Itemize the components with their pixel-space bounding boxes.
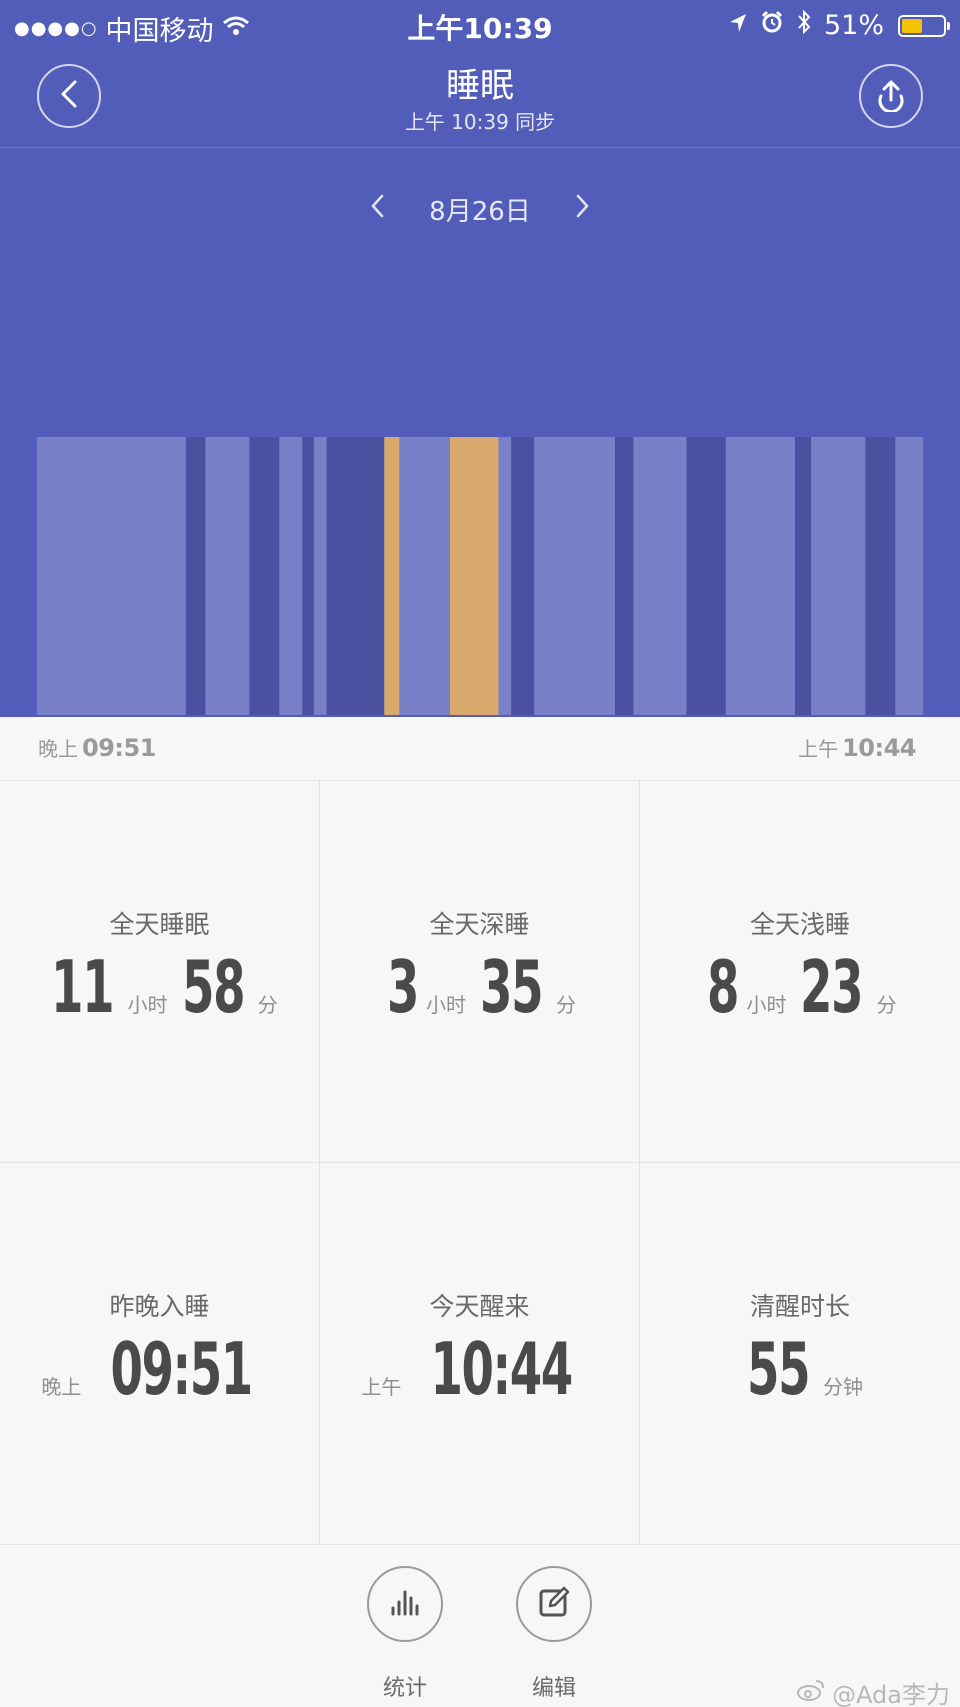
minutes-unit: 分 bbox=[257, 993, 278, 1017]
edit-button[interactable] bbox=[516, 1566, 592, 1642]
stat-value: 上午 10:44 bbox=[320, 1333, 639, 1405]
stat-label: 全天浅睡 bbox=[749, 910, 850, 939]
sleep-stage-chart bbox=[37, 437, 923, 715]
time-prefix: 晚上 bbox=[41, 1375, 82, 1399]
sleep-segment-light bbox=[205, 437, 250, 715]
sleep-segment-light bbox=[399, 437, 451, 715]
page-title: 睡眠 bbox=[446, 66, 514, 106]
sleep-segment-light bbox=[534, 437, 616, 715]
sleep-segment-deep bbox=[865, 437, 896, 715]
stat-deep-sleep: 全天深睡 3 小时 35 分 bbox=[320, 781, 640, 1163]
sleep-segment-deep bbox=[614, 437, 634, 715]
stat-value: 3 小时 35 分 bbox=[320, 951, 639, 1023]
axis-start-time: 09:51 bbox=[82, 734, 156, 762]
axis-start-prefix: 晚上 bbox=[38, 737, 78, 761]
minutes-value: 58 bbox=[181, 945, 245, 1029]
upload-icon bbox=[873, 76, 909, 116]
stat-total-sleep: 全天睡眠 11 小时 58 分 bbox=[0, 781, 320, 1163]
minutes-unit: 分 bbox=[876, 993, 897, 1017]
sleep-segment-light bbox=[37, 437, 187, 715]
sleep-segment-light bbox=[313, 437, 328, 715]
bar-chart-icon bbox=[389, 1588, 421, 1620]
hours-value: 11 bbox=[51, 945, 114, 1029]
sleep-segment-deep bbox=[686, 437, 727, 715]
sleep-segment-light bbox=[895, 437, 923, 715]
date-navigator: 8月26日 bbox=[0, 185, 960, 235]
sleep-segment-light bbox=[725, 437, 796, 715]
hours-value: 3 bbox=[386, 945, 419, 1029]
sleep-segment-light bbox=[633, 437, 687, 715]
nav-bar: 睡眠 上午 10:39 同步 bbox=[0, 48, 960, 148]
axis-end-prefix: 上午 bbox=[798, 737, 839, 761]
time-prefix: 上午 bbox=[361, 1375, 402, 1399]
next-day-button[interactable] bbox=[570, 190, 594, 226]
stat-label: 全天睡眠 bbox=[109, 910, 210, 939]
battery-icon bbox=[898, 14, 950, 37]
time-value: 09:51 bbox=[110, 1327, 254, 1411]
stat-value: 晚上 09:51 bbox=[0, 1333, 319, 1405]
hours-unit: 小时 bbox=[425, 993, 466, 1017]
sleep-segment-light bbox=[498, 437, 512, 715]
hours-value: 8 bbox=[707, 945, 739, 1029]
sleep-segment-deep bbox=[326, 437, 385, 715]
status-bar: ●●●●○ 中国移动 上午10:39 51% bbox=[0, 0, 960, 48]
watermark: @Ada李力 bbox=[796, 1675, 950, 1707]
awake-minutes-value: 55 bbox=[746, 1327, 810, 1411]
alarm-icon bbox=[760, 10, 784, 41]
bluetooth-icon bbox=[796, 9, 812, 42]
battery-percent: 51% bbox=[823, 10, 884, 41]
stat-label: 清醒时长 bbox=[749, 1292, 850, 1321]
hours-unit: 小时 bbox=[746, 993, 787, 1017]
edit-button-label: 编辑 bbox=[531, 1676, 576, 1701]
stats-button[interactable] bbox=[367, 1566, 443, 1642]
share-button[interactable] bbox=[859, 64, 923, 128]
axis-end-time: 10:44 bbox=[842, 734, 916, 762]
stat-value: 11 小时 58 分 bbox=[0, 951, 319, 1023]
sleep-segment-deep bbox=[185, 437, 206, 715]
sync-status: 上午 10:39 同步 bbox=[404, 110, 556, 134]
sleep-segment-deep bbox=[794, 437, 812, 715]
bottom-toolbar: 统计 编辑 @Ada李力 bbox=[0, 1545, 960, 1707]
stat-value: 8 小时 23 分 bbox=[640, 951, 960, 1023]
edit-icon bbox=[538, 1586, 570, 1622]
sleep-segment-deep bbox=[302, 437, 315, 715]
awake-minutes-unit: 分钟 bbox=[823, 1375, 864, 1399]
weibo-icon bbox=[796, 1678, 826, 1707]
stat-fell-asleep: 昨晚入睡 晚上 09:51 bbox=[0, 1163, 320, 1545]
sleep-segment-deep bbox=[249, 437, 280, 715]
stat-awake-duration: 清醒时长 55 分钟 bbox=[640, 1163, 960, 1545]
current-date: 8月26日 bbox=[429, 197, 531, 227]
stat-value: 55 分钟 bbox=[640, 1333, 960, 1405]
axis-end: 上午 10:44 bbox=[798, 733, 916, 762]
sleep-stats-grid: 全天睡眠 11 小时 58 分 全天深睡 3 小时 35 分 全天浅睡 8 小时… bbox=[0, 781, 960, 1545]
stat-woke-up: 今天醒来 上午 10:44 bbox=[320, 1163, 640, 1545]
axis-start: 晚上 09:51 bbox=[38, 733, 156, 762]
minutes-unit: 分 bbox=[556, 993, 577, 1017]
sleep-segment-light bbox=[811, 437, 866, 715]
time-axis: 晚上 09:51 上午 10:44 bbox=[0, 717, 960, 781]
stat-label: 全天深睡 bbox=[429, 910, 530, 939]
minutes-value: 23 bbox=[800, 945, 864, 1029]
sleep-segment-light bbox=[279, 437, 303, 715]
chevron-right-icon bbox=[576, 194, 589, 218]
sleep-segment-awake bbox=[450, 437, 499, 715]
sleep-segment-deep bbox=[511, 437, 535, 715]
minutes-value: 35 bbox=[480, 945, 543, 1029]
sleep-segment-awake bbox=[384, 437, 400, 715]
hours-unit: 小时 bbox=[127, 993, 168, 1017]
stat-light-sleep: 全天浅睡 8 小时 23 分 bbox=[640, 781, 960, 1163]
sleep-header-panel: ●●●●○ 中国移动 上午10:39 51% 睡眠 上午 10:39 同步 8月… bbox=[0, 0, 960, 717]
time-value: 10:44 bbox=[430, 1327, 574, 1411]
watermark-text: @Ada李力 bbox=[832, 1681, 950, 1707]
stat-label: 今天醒来 bbox=[429, 1292, 530, 1321]
stat-label: 昨晚入睡 bbox=[109, 1292, 210, 1321]
stats-button-label: 统计 bbox=[382, 1676, 427, 1701]
location-arrow-icon bbox=[728, 10, 748, 41]
battery-level-fill bbox=[902, 18, 923, 33]
